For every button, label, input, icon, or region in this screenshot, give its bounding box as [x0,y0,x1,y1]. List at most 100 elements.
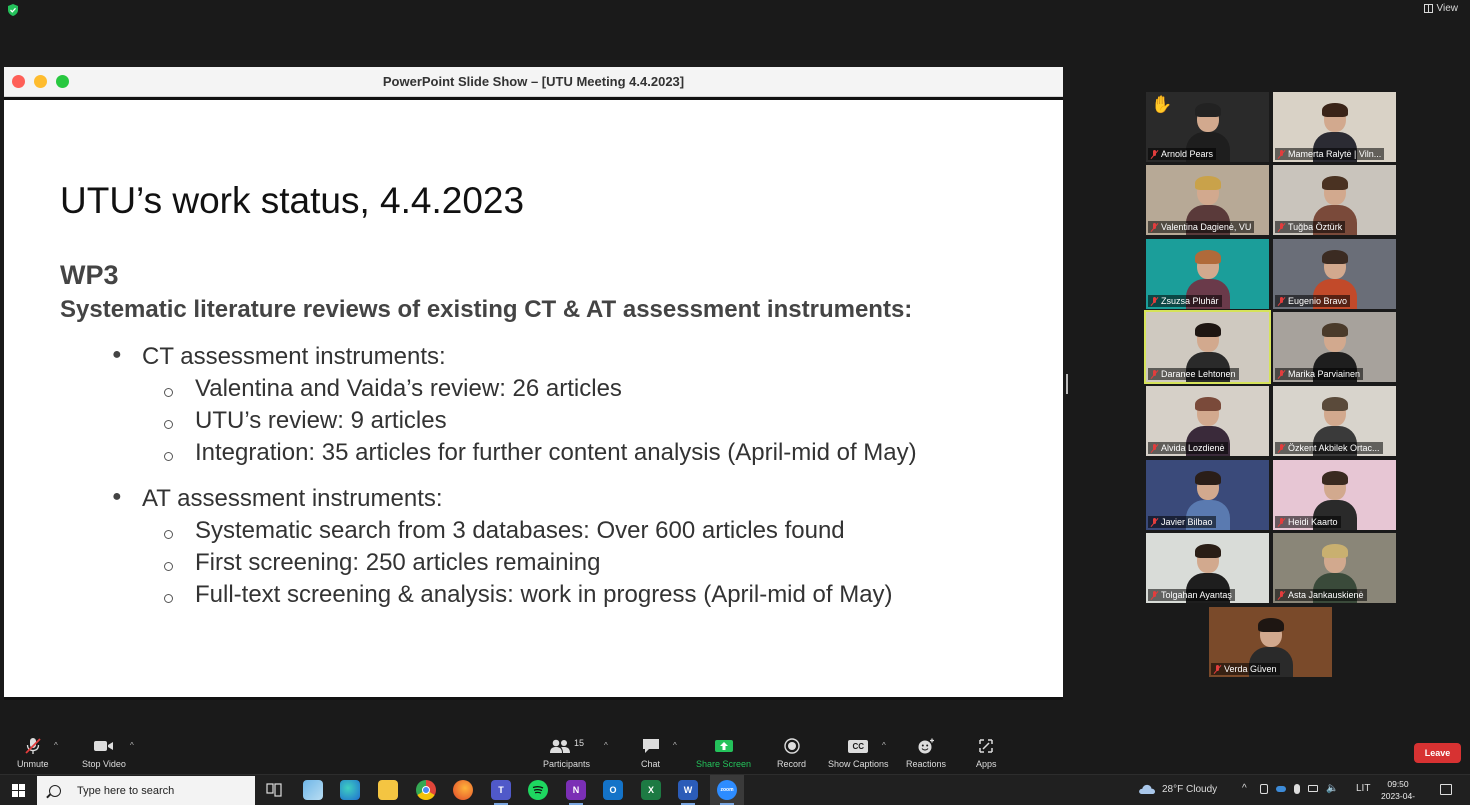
slide-sub-bullet: UTU’s review: 9 articles [164,407,447,435]
muted-mic-icon [24,737,42,755]
participant-hair [1322,103,1348,117]
leave-button[interactable]: Leave [1414,743,1461,763]
smiley-plus-icon [917,737,935,755]
participant-name: Daranee Lehtonen [1161,369,1236,379]
security-shield-icon[interactable] [7,4,19,16]
taskbar-clock[interactable]: 09:50 2023-04-04 [1378,778,1418,805]
video-options-caret-icon[interactable]: ^ [130,741,134,750]
reactions-label: Reactions [906,759,947,769]
taskbar-search-input[interactable] [77,784,237,797]
zoom-meeting-window: { "top": { "view_label": "View" }, "wind… [0,0,1470,805]
participant-video-tile[interactable]: Tolgahan Ayantaş [1146,533,1269,603]
stop-video-button[interactable]: Stop Video [82,737,126,769]
participants-icon: 15 [549,737,584,755]
participant-video-tile[interactable]: Eugenio Bravo [1273,239,1396,309]
windows-start-icon[interactable] [12,784,25,797]
teams-app-icon[interactable]: T [491,780,511,805]
participant-video-tile[interactable]: ✋ Arnold Pears [1146,92,1269,162]
video-camera-icon [93,737,114,755]
chat-options-caret-icon[interactable]: ^ [673,741,677,750]
apps-button[interactable]: Apps [976,737,997,769]
cortana-app-icon[interactable] [303,780,323,800]
notifications-icon[interactable] [1440,784,1452,795]
raised-hand-icon: ✋ [1151,95,1173,114]
participants-count: 15 [574,738,585,748]
participant-video-tile[interactable]: Marika Parviainen [1273,312,1396,382]
reactions-button[interactable]: Reactions [906,737,946,769]
clock-time: 09:50 [1387,779,1409,789]
word-app-icon[interactable]: W [678,780,698,805]
participant-video-tile[interactable]: Heidi Kaarto [1273,460,1396,530]
participant-name: Heidi Kaarto [1288,517,1338,527]
participant-name: Marika Parviainen [1288,369,1361,379]
taskbar-search-box[interactable] [37,776,255,805]
muted-mic-icon [1277,517,1286,527]
participant-video-tile[interactable]: Valentina Dagienė, VU [1146,165,1269,235]
input-language-indicator[interactable]: LIT [1356,783,1370,794]
view-button[interactable]: View [1423,3,1458,14]
participant-video-tile[interactable]: Tuğba Öztürk [1273,165,1396,235]
outlook-app-icon[interactable]: O [603,780,623,800]
muted-mic-icon [1213,664,1222,674]
participant-video-tile[interactable]: Javier Bilbao [1146,460,1269,530]
participant-video-tile[interactable]: Özkent Akbilek Ortac... [1273,386,1396,456]
apps-label: Apps [976,759,997,769]
record-button[interactable]: Record [777,737,806,769]
participant-video-tile[interactable]: Zsuzsa Pluhár [1146,239,1269,309]
share-screen-button[interactable]: Share Screen [696,737,751,769]
task-view-icon[interactable] [264,780,284,800]
participant-video-tile[interactable]: Mamerta Ralytė | Viln... [1273,92,1396,162]
split-view-resize-handle[interactable] [1066,374,1068,394]
participants-button[interactable]: 15 Participants [543,737,590,769]
muted-mic-icon [1150,369,1159,379]
audio-options-caret-icon[interactable]: ^ [54,741,58,750]
participant-hair [1195,103,1221,117]
excel-app-icon[interactable]: X [641,780,661,800]
captions-icon: CC [848,737,869,755]
participant-name-tag: Zsuzsa Pluhár [1148,295,1222,307]
participant-name-tag: Marika Parviainen [1275,368,1364,380]
microphone-in-use-icon[interactable] [1294,783,1300,794]
participant-name-tag: Eugenio Bravo [1275,295,1351,307]
share-screen-icon [714,737,734,755]
participants-options-caret-icon[interactable]: ^ [604,741,608,750]
participant-name-tag: Heidi Kaarto [1275,516,1341,528]
slide-bullet: AT assessment instruments: [112,485,443,513]
network-icon[interactable] [1308,785,1318,792]
edge-browser-icon[interactable] [340,780,360,800]
unmute-button[interactable]: Unmute [17,737,49,769]
show-hidden-icons-caret[interactable]: ^ [1242,783,1247,794]
captions-options-caret-icon[interactable]: ^ [882,741,886,750]
participant-video-tile[interactable]: Daranee Lehtonen [1144,310,1271,384]
record-icon [783,737,800,755]
participant-hair [1322,397,1348,411]
volume-icon[interactable]: 🔈 [1326,783,1338,794]
participant-name-tag: Valentina Dagienė, VU [1148,221,1255,233]
chat-button[interactable]: Chat [641,737,660,769]
onenote-app-icon[interactable]: N [566,780,586,805]
cloud-icon [1139,784,1155,794]
participant-name-tag: Tuğba Öztürk [1275,221,1346,233]
meet-now-icon[interactable] [1260,783,1268,794]
firefox-browser-icon[interactable] [453,780,473,800]
file-explorer-icon[interactable] [378,780,398,800]
chrome-browser-icon[interactable] [416,780,436,800]
participant-video-tile[interactable]: Alvida Lozdienė [1146,386,1269,456]
participant-name-tag: Özkent Akbilek Ortac... [1275,442,1383,454]
show-captions-button[interactable]: CC Show Captions [828,737,889,769]
shared-screen-window: PowerPoint Slide Show – [UTU Meeting 4.4… [4,67,1063,700]
participant-video-tile[interactable]: Verda Güven [1209,607,1332,677]
onedrive-cloud-icon[interactable] [1276,785,1286,792]
zoom-app-icon[interactable]: zoom [717,780,737,805]
participant-hair [1322,544,1348,558]
participant-video-tile[interactable]: Asta Jankauskienė [1273,533,1396,603]
weather-widget[interactable]: 28°F Cloudy [1138,783,1217,795]
slide-content: UTU’s work status, 4.4.2023 WP3 Systemat… [4,100,1063,700]
spotify-app-icon[interactable] [528,780,548,800]
muted-mic-icon [1150,590,1159,600]
participant-name-tag: Mamerta Ralytė | Viln... [1275,148,1385,160]
participant-name: Alvida Lozdienė [1161,443,1225,453]
muted-mic-icon [1277,222,1286,232]
participant-name-tag: Asta Jankauskienė [1275,589,1367,601]
window-title: PowerPoint Slide Show – [UTU Meeting 4.4… [382,74,685,89]
